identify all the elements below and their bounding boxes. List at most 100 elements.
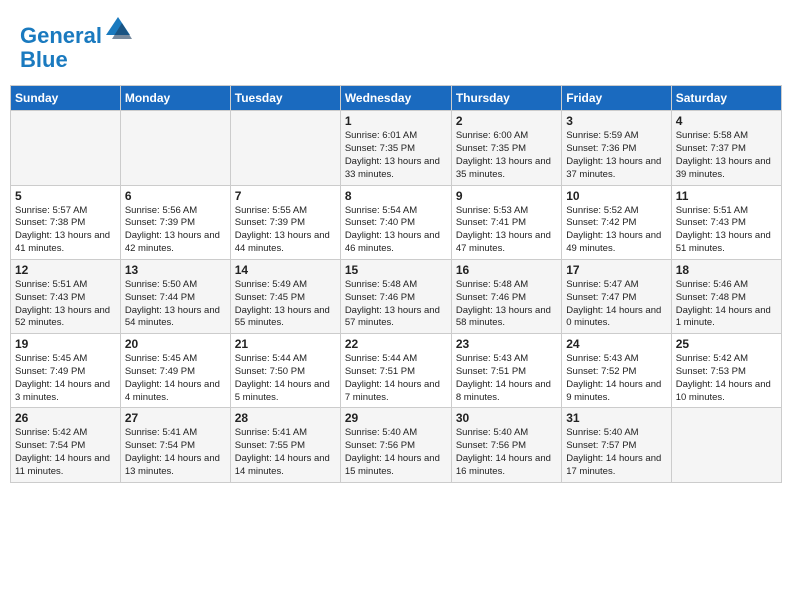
calendar-cell: 27 Sunrise: 5:41 AM Sunset: 7:54 PM Dayli… xyxy=(120,408,230,482)
day-number: 18 xyxy=(676,263,777,277)
cell-content: Sunrise: 5:51 AM Sunset: 7:43 PM Dayligh… xyxy=(15,279,116,330)
cell-content: Sunrise: 5:40 AM Sunset: 7:57 PM Dayligh… xyxy=(566,427,666,478)
dow-header-monday: Monday xyxy=(120,86,230,111)
cell-content: Sunrise: 5:57 AM Sunset: 7:38 PM Dayligh… xyxy=(15,205,116,256)
cell-content: Sunrise: 5:52 AM Sunset: 7:42 PM Dayligh… xyxy=(566,205,666,256)
day-number: 6 xyxy=(125,189,226,203)
day-number: 4 xyxy=(676,114,777,128)
calendar-cell: 4 Sunrise: 5:58 AM Sunset: 7:37 PM Daylig… xyxy=(671,111,781,185)
week-row-5: 26Sunrise: 5:42 AM Sunset: 7:54 PM Dayli… xyxy=(11,408,782,482)
calendar-cell: 28 Sunrise: 5:41 AM Sunset: 7:55 PM Dayli… xyxy=(230,408,340,482)
calendar-cell: 20 Sunrise: 5:45 AM Sunset: 7:49 PM Dayli… xyxy=(120,334,230,408)
day-number: 16 xyxy=(456,263,557,277)
dow-header-wednesday: Wednesday xyxy=(340,86,451,111)
cell-content: Sunrise: 5:42 AM Sunset: 7:53 PM Dayligh… xyxy=(676,353,777,404)
calendar-cell xyxy=(230,111,340,185)
cell-content: Sunrise: 5:50 AM Sunset: 7:44 PM Dayligh… xyxy=(125,279,226,330)
cell-content: Sunrise: 6:01 AM Sunset: 7:35 PM Dayligh… xyxy=(345,130,447,181)
cell-content: Sunrise: 5:48 AM Sunset: 7:46 PM Dayligh… xyxy=(456,279,557,330)
day-number: 28 xyxy=(235,411,336,425)
day-number: 14 xyxy=(235,263,336,277)
cell-content: Sunrise: 5:45 AM Sunset: 7:49 PM Dayligh… xyxy=(125,353,226,404)
cell-content: Sunrise: 5:40 AM Sunset: 7:56 PM Dayligh… xyxy=(345,427,447,478)
day-number: 7 xyxy=(235,189,336,203)
day-number: 31 xyxy=(566,411,666,425)
cell-content: Sunrise: 5:55 AM Sunset: 7:39 PM Dayligh… xyxy=(235,205,336,256)
week-row-2: 5 Sunrise: 5:57 AM Sunset: 7:38 PM Daylig… xyxy=(11,185,782,259)
day-number: 8 xyxy=(345,189,447,203)
calendar-cell: 29 Sunrise: 5:40 AM Sunset: 7:56 PM Dayli… xyxy=(340,408,451,482)
day-number: 19 xyxy=(15,337,116,351)
cell-content: Sunrise: 6:00 AM Sunset: 7:35 PM Dayligh… xyxy=(456,130,557,181)
calendar-cell: 25 Sunrise: 5:42 AM Sunset: 7:53 PM Dayli… xyxy=(671,334,781,408)
logo-general: General xyxy=(20,23,102,48)
day-number: 1 xyxy=(345,114,447,128)
calendar-cell: 6 Sunrise: 5:56 AM Sunset: 7:39 PM Daylig… xyxy=(120,185,230,259)
calendar-cell: 16 Sunrise: 5:48 AM Sunset: 7:46 PM Dayli… xyxy=(451,259,561,333)
day-number: 5 xyxy=(15,189,116,203)
week-row-1: 1 Sunrise: 6:01 AM Sunset: 7:35 PM Daylig… xyxy=(11,111,782,185)
cell-content: Sunrise: 5:44 AM Sunset: 7:50 PM Dayligh… xyxy=(235,353,336,404)
cell-content: Sunrise: 5:41 AM Sunset: 7:54 PM Dayligh… xyxy=(125,427,226,478)
calendar-cell: 12 Sunrise: 5:51 AM Sunset: 7:43 PM Dayli… xyxy=(11,259,121,333)
calendar-cell: 15Sunrise: 5:48 AM Sunset: 7:46 PM Dayli… xyxy=(340,259,451,333)
day-number: 30 xyxy=(456,411,557,425)
day-number: 3 xyxy=(566,114,666,128)
cell-content: Sunrise: 5:58 AM Sunset: 7:37 PM Dayligh… xyxy=(676,130,777,181)
cell-content: Sunrise: 5:43 AM Sunset: 7:51 PM Dayligh… xyxy=(456,353,557,404)
calendar-cell: 21 Sunrise: 5:44 AM Sunset: 7:50 PM Dayli… xyxy=(230,334,340,408)
days-of-week-row: SundayMondayTuesdayWednesdayThursdayFrid… xyxy=(11,86,782,111)
calendar-cell xyxy=(120,111,230,185)
day-number: 17 xyxy=(566,263,666,277)
cell-content: Sunrise: 5:44 AM Sunset: 7:51 PM Dayligh… xyxy=(345,353,447,404)
day-number: 11 xyxy=(676,189,777,203)
day-number: 29 xyxy=(345,411,447,425)
day-number: 2 xyxy=(456,114,557,128)
page-header: General Blue xyxy=(10,10,782,77)
calendar-cell: 19Sunrise: 5:45 AM Sunset: 7:49 PM Dayli… xyxy=(11,334,121,408)
cell-content: Sunrise: 5:41 AM Sunset: 7:55 PM Dayligh… xyxy=(235,427,336,478)
day-number: 25 xyxy=(676,337,777,351)
day-number: 23 xyxy=(456,337,557,351)
logo-icon xyxy=(104,15,132,43)
day-number: 10 xyxy=(566,189,666,203)
calendar-cell: 9 Sunrise: 5:53 AM Sunset: 7:41 PM Daylig… xyxy=(451,185,561,259)
calendar-cell: 13Sunrise: 5:50 AM Sunset: 7:44 PM Dayli… xyxy=(120,259,230,333)
calendar-cell: 10 Sunrise: 5:52 AM Sunset: 7:42 PM Dayli… xyxy=(562,185,671,259)
cell-content: Sunrise: 5:46 AM Sunset: 7:48 PM Dayligh… xyxy=(676,279,777,330)
calendar-cell xyxy=(671,408,781,482)
day-number: 24 xyxy=(566,337,666,351)
calendar-cell: 23 Sunrise: 5:43 AM Sunset: 7:51 PM Dayli… xyxy=(451,334,561,408)
cell-content: Sunrise: 5:53 AM Sunset: 7:41 PM Dayligh… xyxy=(456,205,557,256)
calendar-cell: 1 Sunrise: 6:01 AM Sunset: 7:35 PM Daylig… xyxy=(340,111,451,185)
calendar-cell: 26Sunrise: 5:42 AM Sunset: 7:54 PM Dayli… xyxy=(11,408,121,482)
calendar-cell: 22Sunrise: 5:44 AM Sunset: 7:51 PM Dayli… xyxy=(340,334,451,408)
cell-content: Sunrise: 5:51 AM Sunset: 7:43 PM Dayligh… xyxy=(676,205,777,256)
logo-blue: Blue xyxy=(20,48,132,72)
dow-header-thursday: Thursday xyxy=(451,86,561,111)
day-number: 20 xyxy=(125,337,226,351)
calendar-cell: 17 Sunrise: 5:47 AM Sunset: 7:47 PM Dayli… xyxy=(562,259,671,333)
calendar-cell: 11 Sunrise: 5:51 AM Sunset: 7:43 PM Dayli… xyxy=(671,185,781,259)
logo-text: General xyxy=(20,15,132,48)
day-number: 26 xyxy=(15,411,116,425)
day-number: 12 xyxy=(15,263,116,277)
calendar-cell: 30 Sunrise: 5:40 AM Sunset: 7:56 PM Dayli… xyxy=(451,408,561,482)
week-row-4: 19 Sunrise: 5:45 AM Sunset: 7:49 PM Dayli… xyxy=(11,334,782,408)
calendar-cell: 8 Sunrise: 5:54 AM Sunset: 7:40 PM Daylig… xyxy=(340,185,451,259)
calendar-cell: 7 Sunrise: 5:55 AM Sunset: 7:39 PM Daylig… xyxy=(230,185,340,259)
cell-content: Sunrise: 5:49 AM Sunset: 7:45 PM Dayligh… xyxy=(235,279,336,330)
cell-content: Sunrise: 5:40 AM Sunset: 7:56 PM Dayligh… xyxy=(456,427,557,478)
cell-content: Sunrise: 5:43 AM Sunset: 7:52 PM Dayligh… xyxy=(566,353,666,404)
calendar-cell: 3Sunrise: 5:59 AM Sunset: 7:36 PM Daylig… xyxy=(562,111,671,185)
cell-content: Sunrise: 5:54 AM Sunset: 7:40 PM Dayligh… xyxy=(345,205,447,256)
calendar-cell: 24 Sunrise: 5:43 AM Sunset: 7:52 PM Dayli… xyxy=(562,334,671,408)
dow-header-sunday: Sunday xyxy=(11,86,121,111)
cell-content: Sunrise: 5:47 AM Sunset: 7:47 PM Dayligh… xyxy=(566,279,666,330)
calendar-table: SundayMondayTuesdayWednesdayThursdayFrid… xyxy=(10,85,782,482)
day-number: 27 xyxy=(125,411,226,425)
day-number: 21 xyxy=(235,337,336,351)
day-number: 9 xyxy=(456,189,557,203)
calendar-cell: 5 Sunrise: 5:57 AM Sunset: 7:38 PM Daylig… xyxy=(11,185,121,259)
cell-content: Sunrise: 5:56 AM Sunset: 7:39 PM Dayligh… xyxy=(125,205,226,256)
